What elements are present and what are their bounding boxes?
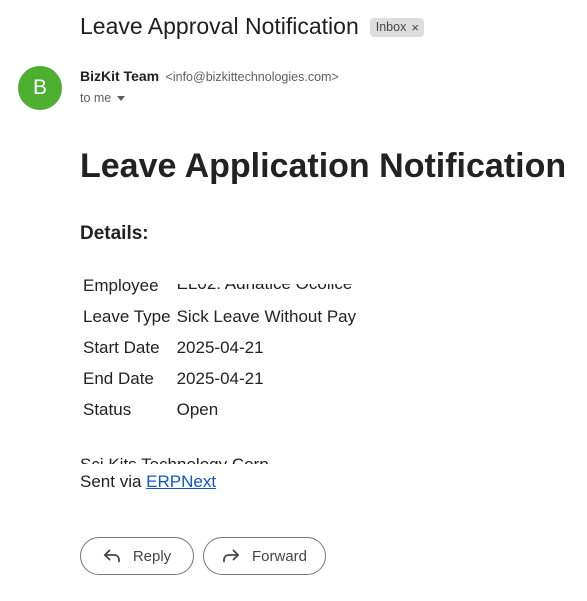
row-value: Sick Leave Without Pay [176,307,357,327]
recipient-text: to me [80,91,112,105]
details-table: Employee EL02: Adhatice Ocolice Leave Ty… [80,271,360,425]
reply-button[interactable]: Reply [80,537,194,575]
chip-close-icon[interactable]: × [411,21,419,34]
reply-icon [103,549,121,563]
row-label: Start Date [83,337,160,357]
table-row: Status Open [80,394,360,425]
sender-name[interactable]: BizKit Team [80,68,159,84]
row-label: Employee [83,276,159,296]
sender-info: BizKit Team <info@bizkittechnologies.com… [80,68,339,86]
row-label: End Date [83,368,154,388]
forward-label: Forward [251,547,307,565]
erpnext-link[interactable]: ERPNext [146,472,216,491]
inbox-label-text: Inbox [375,20,407,34]
sender-email: <info@bizkittechnologies.com> [165,70,339,84]
employee-value-clipped: EL02: Adhatice Ocolice [177,284,353,292]
row-label: Status [83,399,132,419]
forward-button[interactable]: Forward [203,537,326,575]
table-row: Start Date 2025-04-21 [80,333,360,364]
row-value: EL02: Adhatice Ocolice [174,271,361,302]
clipped-company-text: Sci Kits Technology Corp. [80,455,273,464]
clipped-company-line: Sci Kits Technology Corp. [80,448,273,464]
sent-via-line: Sent via ERPNext [80,472,216,492]
table-row: Employee EL02: Adhatice Ocolice [80,271,360,302]
recipient-details-toggle[interactable]: to me [80,91,126,105]
email-body-heading: Leave Application Notification [80,147,567,185]
table-row: End Date 2025-04-21 [80,363,360,394]
sent-via-prefix: Sent via [80,472,147,491]
row-value: 2025-04-21 [176,368,264,388]
inbox-label-chip[interactable]: Inbox × [369,18,424,37]
sender-avatar[interactable]: B [18,66,62,110]
row-value: Open [176,399,219,419]
details-heading: Details: [80,223,149,244]
reply-label: Reply [132,547,172,565]
table-row: Leave Type Sick Leave Without Pay [80,302,360,333]
forward-icon [222,549,240,563]
chevron-down-icon[interactable] [117,96,126,101]
row-value: 2025-04-21 [176,337,264,357]
row-label: Leave Type [83,307,171,327]
email-subject: Leave Approval Notification [80,13,359,39]
avatar-letter: B [32,76,47,99]
email-subject-row: Leave Approval Notification Inbox × [80,13,424,40]
